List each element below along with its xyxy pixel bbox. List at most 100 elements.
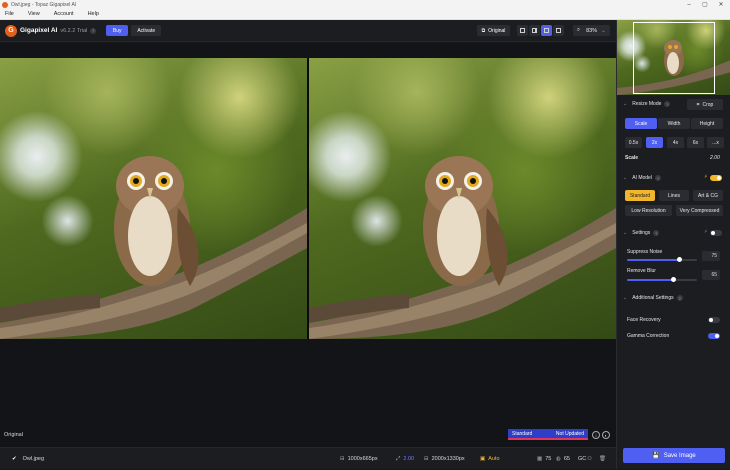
compare-circle-icon[interactable]: ◐ [602,431,610,439]
slider-knob[interactable] [671,277,676,282]
trash-icon[interactable]: 🗑 [599,448,606,470]
scale-value: 2.00 [710,155,720,161]
ai-model-label: AI Model [632,175,652,181]
view-grid-button[interactable] [553,25,564,36]
scale-option-0-5x[interactable]: 0.5x [625,137,642,148]
gamma-correction-toggle[interactable] [708,333,720,339]
bottom-bar: ✔ Owl.jpeg ⊟ 1000x665px ⤢ 2.00 ⊟ 2000x13… [0,447,616,469]
remove-blur-value[interactable]: 65 [702,270,720,280]
output-size-item: ⊟ 2000x1330px [424,448,465,470]
model-standard[interactable]: Standard [625,190,655,201]
original-image-preview[interactable] [0,58,307,339]
owl-photo [309,156,616,339]
toggle-knob [711,231,715,235]
settings-header[interactable]: ⌄ Settings ? [623,230,660,236]
settings-auto-toggle[interactable] [710,230,722,236]
maximize-icon[interactable]: ▢ [697,0,713,9]
chevron-down-icon: ⌄ [623,230,628,236]
tab-width[interactable]: Width [658,118,690,129]
tab-height[interactable]: Height [691,118,723,129]
help-icon[interactable]: ? [653,230,660,236]
zoom-icon: ⌕ [577,27,581,33]
suppress-noise-value[interactable]: 75 [702,251,720,261]
status-state: Not Updated [555,430,584,437]
output-size-icon: ⊟ [424,456,429,462]
slider-fill [627,279,673,281]
quality-value: 75 [545,456,552,462]
thumbnail-viewport-frame[interactable] [633,22,715,94]
help-icon[interactable]: ? [676,295,683,301]
input-size: 1000x665px [347,456,378,462]
remove-blur-label: Remove Blur [627,268,656,274]
activate-button[interactable]: Activate [131,25,162,36]
model-art-cg[interactable]: Art & CG [693,190,723,201]
help-icon[interactable]: ? [664,101,671,107]
scale-option-custom[interactable]: ...x [707,137,724,148]
additional-settings-label: Additional Settings [632,295,674,301]
file-item[interactable]: ✔ Owl.jpeg [12,448,44,470]
face-recovery-label: Face Recovery [627,317,661,323]
save-image-label: Save Image [663,452,696,459]
original-toggle-button[interactable]: ⧉ Original [477,25,510,36]
tab-scale[interactable]: Scale [625,118,657,129]
chevron-down-icon: ⌄ [623,101,628,107]
ai-model-header[interactable]: ⌄ AI Model ? [623,175,661,181]
output-size: 2000x1330px [431,456,465,462]
slider-knob[interactable] [677,257,682,262]
app-name: Gigapixel AI [20,27,58,34]
remove-blur-slider[interactable] [627,277,697,282]
view-side-by-side-button[interactable] [541,25,552,36]
chevron-down-icon: ⌄ [601,27,606,34]
info-icon[interactable]: i [592,431,600,439]
scale-option-4x[interactable]: 4x [667,137,684,148]
help-icon[interactable]: ? [654,175,661,181]
auto-mode-item[interactable]: ▣ Auto [480,448,500,470]
scale-label: Scale [625,155,639,161]
chevron-down-icon: ⌄ [623,175,628,181]
additional-settings-header[interactable]: ⌄ Additional Settings ? [623,295,683,301]
menu-account[interactable]: Account [54,11,74,17]
suppress-noise-slider[interactable] [627,257,697,262]
upscaled-image-preview[interactable] [309,58,616,339]
drop-icon: ◍ [556,456,561,462]
model-very-compressed[interactable]: Very Compressed [676,205,723,216]
scale-option-6x[interactable]: 6x [687,137,704,148]
menu-help[interactable]: Help [88,11,99,17]
toggle-knob [709,318,713,322]
view-single-button[interactable] [517,25,528,36]
model-status-badge: Standard Not Updated [508,429,588,440]
chevron-down-icon: ⌄ [623,295,628,301]
save-icon: 💾 [652,453,660,459]
close-icon[interactable]: ✕ [713,0,729,9]
face-recovery-toggle[interactable] [708,317,720,323]
scale-option-2x[interactable]: 2x [646,137,663,148]
view-split-button[interactable] [529,25,540,36]
window-title: Owl.jpeg - Topaz Gigapixel AI [11,1,77,8]
help-icon[interactable]: ? [90,27,97,34]
auto-mode: Auto [488,456,500,462]
gamma-correction-label: Gamma Correction [627,333,670,339]
model-low-resolution[interactable]: Low Resolution [625,205,672,216]
zoom-control[interactable]: ⌕ 83% ⌄ [573,25,610,36]
compare-icon: ⧉ [481,27,486,34]
buy-button[interactable]: Buy [106,25,129,36]
toggle-knob [715,334,719,338]
crop-button[interactable]: ⌗ Crop [687,99,723,110]
auto-icon: ▣ [480,456,486,462]
minimize-icon[interactable]: – [681,0,697,9]
input-size-item: ⊟ 1000x665px [340,448,378,470]
navigator-thumbnail[interactable] [617,20,730,95]
resize-mode-header[interactable]: ⌄ Resize Mode ? [623,101,671,107]
model-lines[interactable]: Lines [659,190,689,201]
suppress-noise-label: Suppress Noise [627,249,663,255]
title-bar: Owl.jpeg - Topaz Gigapixel AI – ▢ ✕ [0,0,730,9]
grid-view-icon [556,28,561,33]
menu-file[interactable]: File [5,11,14,17]
ai-model-auto-toggle[interactable] [710,175,722,181]
save-image-button[interactable]: 💾 Save Image [623,448,725,463]
view-mode-group [517,25,565,36]
quality-item: ▦ 75 [537,448,551,470]
split-view-icon [532,28,537,33]
person-icon[interactable]: ⚇ [587,448,592,470]
menu-view[interactable]: View [28,11,40,17]
